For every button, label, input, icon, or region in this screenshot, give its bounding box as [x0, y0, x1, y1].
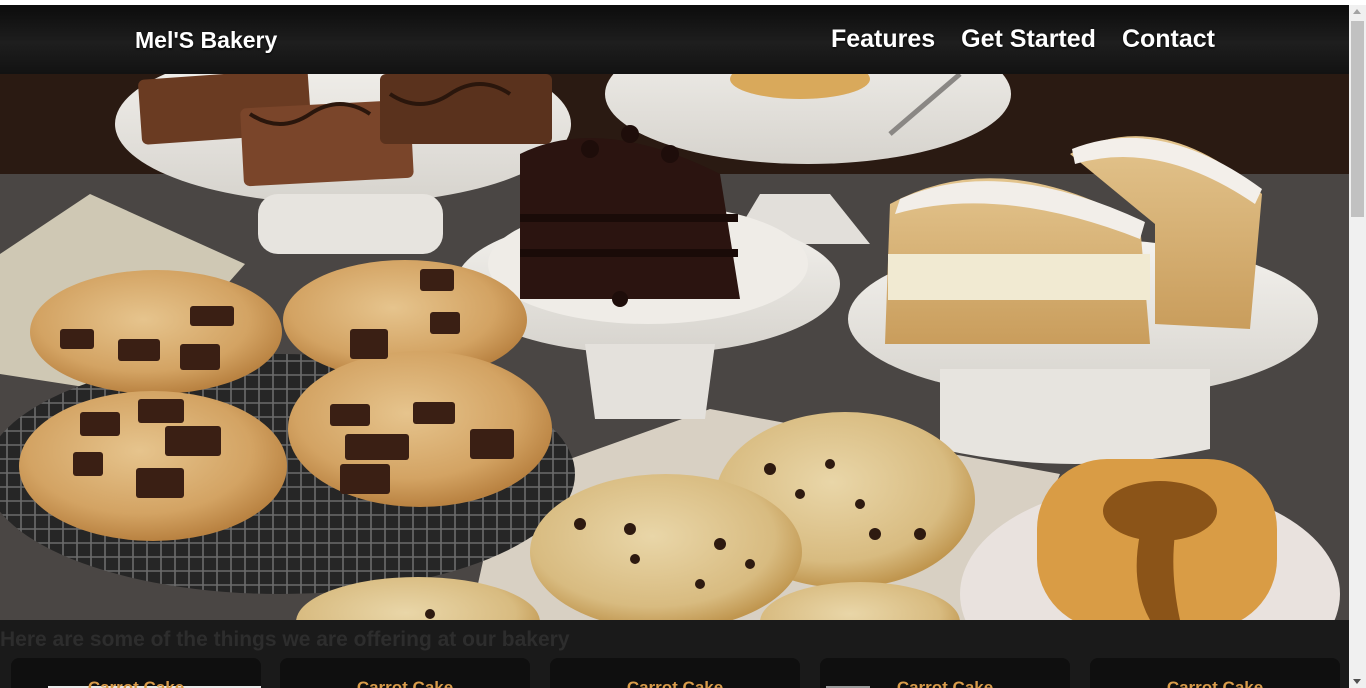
product-card[interactable]: Carrot Cake	[550, 658, 800, 688]
page-viewport: Mel'S Bakery Features Get Started Contac…	[0, 5, 1349, 688]
scroll-down-arrow-icon[interactable]	[1353, 679, 1361, 684]
product-card-title: Carrot Cake	[1166, 678, 1264, 688]
product-card[interactable]: Carrot Cake	[280, 658, 530, 688]
nav-links: Features Get Started Contact	[831, 25, 1215, 54]
hero-image	[0, 74, 1349, 620]
scroll-thumb[interactable]	[1351, 21, 1364, 217]
nav-link-contact[interactable]: Contact	[1122, 25, 1215, 54]
scroll-up-arrow-icon[interactable]	[1353, 9, 1361, 14]
nav-link-features[interactable]: Features	[831, 25, 935, 54]
bakery-photo	[0, 74, 1349, 620]
brand-logo[interactable]: Mel'S Bakery	[135, 27, 277, 54]
product-card-title: Carrot Cake	[356, 678, 454, 688]
product-card[interactable]: Carrot Cake	[820, 658, 1070, 688]
product-card[interactable]: Carrot Cake	[1090, 658, 1340, 688]
offerings-section: Here are some of the things we are offer…	[0, 620, 1349, 688]
vertical-scrollbar[interactable]	[1349, 5, 1366, 688]
product-card-title: Carrot Cake	[87, 678, 185, 688]
offerings-heading: Here are some of the things we are offer…	[0, 628, 570, 651]
nav-link-get-started[interactable]: Get Started	[961, 25, 1096, 54]
product-card-title: Carrot Cake	[896, 678, 994, 688]
product-card[interactable]: Carrot Cake	[11, 658, 261, 688]
product-card-title: Carrot Cake	[626, 678, 724, 688]
navbar: Mel'S Bakery Features Get Started Contac…	[0, 5, 1349, 74]
